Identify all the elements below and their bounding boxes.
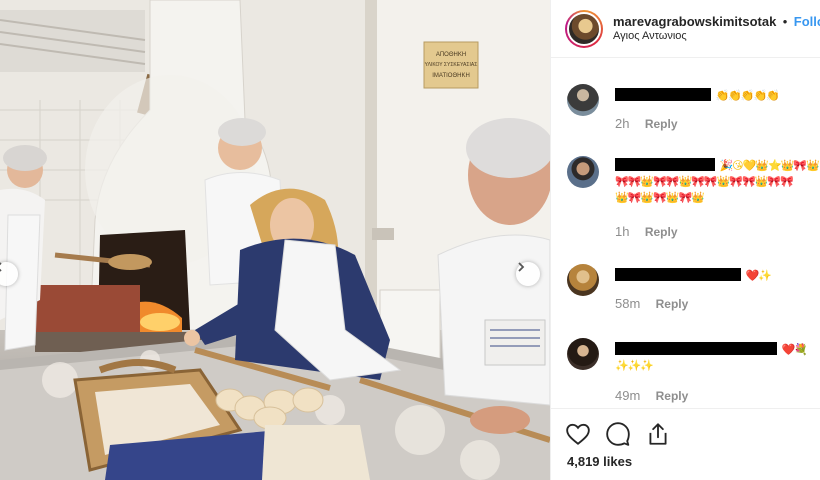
reply-button[interactable]: Reply xyxy=(656,297,689,311)
comment-text: 🎉😘💛👑⭐👑🎀👑 xyxy=(719,160,819,172)
chevron-left-icon xyxy=(0,262,2,272)
redacted-username xyxy=(615,268,741,282)
comment-meta: 1h Reply xyxy=(615,224,678,239)
door-sign-line3: ΙΜΑΤΙΟΘΗΚΗ xyxy=(432,73,470,79)
share-button[interactable] xyxy=(645,421,671,447)
door-sign-line2: ΥΛΙΚΟΥ ΣΥΣΚΕΥΑΣΙΑΣ xyxy=(425,62,478,68)
next-photo-button[interactable] xyxy=(516,262,540,286)
bakery-scene-illustration: ΑΠΟΘΗΚΗ ΥΛΙΚΟΥ ΣΥΣΚΕΥΑΣΙΑΣ ΙΜΑΤΙΟΘΗΚΗ xyxy=(0,0,550,480)
comment-text-line3: 👑🎀👑🎀👑🎀👑 xyxy=(615,192,705,204)
commenter-avatar[interactable] xyxy=(567,264,599,296)
like-button[interactable] xyxy=(565,421,591,447)
comment-text: ❤️💐 xyxy=(781,344,807,356)
comment-time: 58m xyxy=(615,296,641,311)
post-sidebar: marevagrabowskimitsotak • Follow Αγιος Α… xyxy=(550,0,820,480)
comment-text: 👏👏👏👏👏 xyxy=(715,90,779,102)
commenter-avatar[interactable] xyxy=(567,84,599,116)
commenter-avatar[interactable] xyxy=(567,338,599,370)
post-header: marevagrabowskimitsotak • Follow Αγιος Α… xyxy=(551,0,820,58)
reply-button[interactable]: Reply xyxy=(645,225,678,239)
door-sign-line1: ΑΠΟΘΗΚΗ xyxy=(436,52,466,58)
comment-text-line2: 🎀🎀👑🎀🎀👑🎀🎀👑🎀🎀👑🎀🎀 xyxy=(615,176,794,188)
comment-time: 1h xyxy=(615,224,630,239)
commenter-avatar[interactable] xyxy=(567,156,599,188)
comment-text: ❤️✨ xyxy=(745,270,771,282)
post-location[interactable]: Αγιος Αντωνιος xyxy=(613,29,820,44)
post-actions: 4,819 likes xyxy=(551,408,820,480)
heart-icon xyxy=(566,423,590,445)
comment-meta: 49m Reply xyxy=(615,388,688,403)
redacted-username xyxy=(615,88,711,102)
chevron-right-icon xyxy=(518,262,525,272)
author-avatar[interactable] xyxy=(565,9,603,48)
likes-count[interactable]: 4,819 likes xyxy=(567,454,632,469)
reply-button[interactable]: Reply xyxy=(656,389,689,403)
comments-list[interactable]: 👏👏👏👏👏 2h Reply 🎉😘💛👑⭐👑🎀👑 🎀🎀👑🎀🎀👑🎀🎀👑🎀🎀👑🎀🎀 👑… xyxy=(551,58,820,408)
comment-text-line2: ✨✨✨ xyxy=(615,360,654,372)
redacted-username xyxy=(615,158,715,172)
comment-icon xyxy=(606,422,630,446)
author-username[interactable]: marevagrabowskimitsotak xyxy=(613,14,776,29)
comment-meta: 2h Reply xyxy=(615,116,678,131)
follow-button[interactable]: Follow xyxy=(794,14,820,29)
comment-time: 49m xyxy=(615,388,641,403)
comment-meta: 58m Reply xyxy=(615,296,688,311)
comment-time: 2h xyxy=(615,116,630,131)
separator-dot: • xyxy=(782,13,788,29)
comment-button[interactable] xyxy=(605,421,631,447)
post-photo[interactable]: ΑΠΟΘΗΚΗ ΥΛΙΚΟΥ ΣΥΣΚΕΥΑΣΙΑΣ ΙΜΑΤΙΟΘΗΚΗ xyxy=(0,0,550,480)
redacted-username xyxy=(615,342,777,356)
share-icon xyxy=(649,423,667,445)
reply-button[interactable]: Reply xyxy=(645,117,678,131)
